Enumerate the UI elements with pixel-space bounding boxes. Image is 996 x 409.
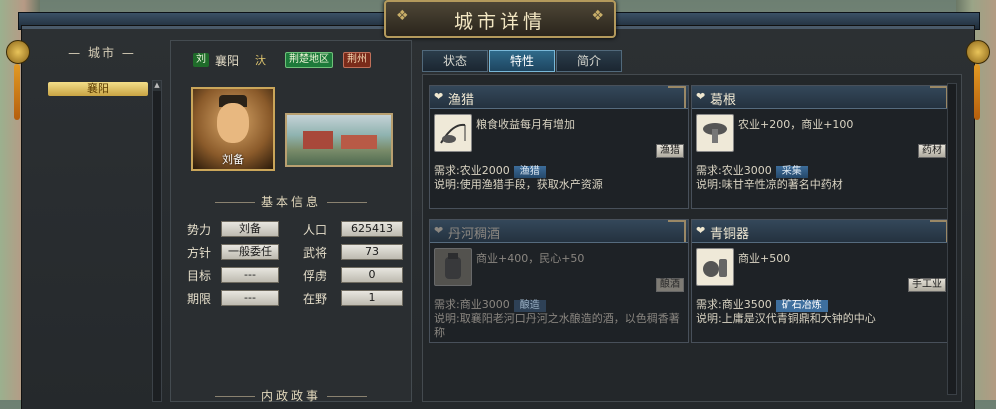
corner-ornament: [668, 86, 686, 108]
city-mark: 汏: [255, 54, 266, 67]
portrait-face: [217, 103, 249, 143]
corner-ornament: [668, 220, 686, 242]
trait-explanation: 说明:取襄阳老河口丹河之水酿造的酒，以色稠香著称: [434, 312, 680, 339]
trait-category-tag: 渔猎: [656, 144, 684, 158]
city-image: [285, 113, 393, 167]
requirement-label: 需求:商业3500: [696, 298, 772, 311]
info-value: 73: [341, 244, 403, 260]
fishing-icon: [434, 114, 472, 152]
city-building: [341, 135, 377, 149]
wine-jar-icon: [434, 248, 472, 286]
city-list-scrollbar[interactable]: ▲: [152, 80, 162, 402]
region-badge: 荆楚地区: [285, 52, 333, 68]
corner-ornament: [930, 220, 948, 242]
trait-category-tag: 酿酒: [656, 278, 684, 292]
info-label: 武将: [303, 246, 328, 260]
traits-panel: ❤ 渔猎 粮食收益每月有增加 渔猎 需求:农业2000 渔猎 说明:使用渔猎手段，…: [422, 74, 962, 402]
tab-status[interactable]: 状态: [422, 50, 488, 72]
governor-name: 刘备: [222, 153, 244, 166]
bronze-vessel-icon: [696, 248, 734, 286]
info-label: 期限: [187, 292, 212, 306]
basic-info-title: 基本信息: [171, 193, 411, 210]
trait-description: 粮食收益每月有增加: [476, 118, 575, 131]
governor-portrait[interactable]: 刘备: [191, 87, 275, 171]
trait-card[interactable]: ❤ 渔猎 粮食收益每月有增加 渔猎 需求:农业2000 渔猎 说明:使用渔猎手段，…: [429, 85, 689, 209]
info-label: 目标: [187, 269, 212, 283]
trait-requirement: 需求:商业3000 酿造: [434, 296, 546, 312]
left-tassel: [14, 64, 20, 120]
trait-category-tag: 手工业: [908, 278, 946, 292]
info-row: 方针 一般委任 武将 73: [187, 244, 407, 262]
info-label: 势力: [187, 223, 212, 237]
info-value: 625413: [341, 221, 403, 237]
trait-card-header: ❤ 葛根: [692, 86, 950, 109]
city-list-item-selected[interactable]: 襄阳: [48, 82, 148, 96]
city-building: [303, 131, 333, 149]
scroll-up-icon[interactable]: ▲: [153, 81, 161, 91]
trait-explanation: 说明:味甘辛性凉的著名中药材: [696, 178, 843, 191]
requirement-label: 需求:商业3000: [434, 298, 510, 311]
trait-description: 农业+200，商业+100: [738, 118, 854, 131]
city-list-panel: — 城市 — 襄阳 ▲: [40, 34, 164, 402]
info-label: 俘虏: [303, 269, 328, 283]
heart-icon: ❤: [434, 224, 444, 237]
trait-explanation: 说明:使用渔猎手段，获取水产资源: [434, 178, 603, 191]
right-tassel: [974, 64, 980, 120]
requirement-tag: 采集: [775, 166, 808, 178]
requirement-tag: 渔猎: [513, 166, 546, 178]
city-list-header: — 城市 —: [68, 46, 136, 60]
trait-card[interactable]: ❤ 青铜器 商业+500 手工业 需求:商业3500 矿石冶炼 说明:上庸是汉代青…: [691, 219, 951, 343]
info-row: 势力 刘备 人口 625413: [187, 221, 407, 239]
info-value: 刘备: [221, 221, 279, 237]
corner-ornament: [930, 86, 948, 108]
heart-icon: ❤: [434, 90, 444, 103]
title-plate: ❖ 城市详情 ❖: [384, 0, 616, 38]
province-badge: 荆州: [343, 52, 371, 68]
info-label: 人口: [303, 223, 328, 237]
internal-affairs-title: 内政政事: [171, 387, 411, 404]
ruler-chip: 刘: [193, 53, 209, 67]
right-ornament-knob: [966, 40, 990, 64]
traits-scrollbar[interactable]: [947, 83, 957, 395]
info-label: 方针: [187, 246, 212, 260]
heart-icon: ❤: [696, 90, 706, 103]
trait-category-tag: 药材: [918, 144, 946, 158]
info-label: 在野: [303, 292, 328, 306]
info-value: ---: [221, 267, 279, 283]
info-row: 目标 --- 俘虏 0: [187, 267, 407, 285]
left-ornament-knob: [6, 40, 30, 64]
mushroom-herb-icon: [696, 114, 734, 152]
trait-card-header: ❤ 青铜器: [692, 220, 950, 243]
info-value: 0: [341, 267, 403, 283]
city-info-panel: 刘 襄阳 汏 荆楚地区 荆州 刘备 基本信息 势力 刘备 人口 625413 方…: [170, 40, 412, 404]
tab-intro[interactable]: 简介: [556, 50, 622, 72]
tab-traits[interactable]: 特性: [489, 50, 555, 72]
requirement-label: 需求:农业2000: [434, 164, 510, 177]
trait-title: 葛根: [710, 93, 737, 108]
info-value: ---: [221, 290, 279, 306]
trait-requirement: 需求:农业3000 采集: [696, 162, 808, 178]
trait-card-header: ❤ 渔猎: [430, 86, 688, 109]
trait-explanation: 说明:上庸是汉代青铜鼎和大钟的中心: [696, 312, 876, 325]
requirement-label: 需求:农业3000: [696, 164, 772, 177]
requirement-tag: 酿造: [513, 300, 546, 312]
info-row: 期限 --- 在野 1: [187, 290, 407, 308]
trait-requirement: 需求:商业3500 矿石冶炼: [696, 296, 828, 312]
trait-card-header: ❤ 丹河稠酒: [430, 220, 688, 243]
trait-card[interactable]: ❤ 丹河稠酒 商业+400，民心+50 酿酒 需求:商业3000 酿造 说明:取襄…: [429, 219, 689, 343]
info-value: 1: [341, 290, 403, 306]
trait-title: 渔猎: [448, 93, 475, 108]
requirement-tag: 矿石冶炼: [775, 300, 828, 312]
policy-selector[interactable]: 一般委任: [221, 244, 279, 260]
trait-title: 青铜器: [710, 227, 750, 242]
trait-description: 商业+500: [738, 252, 791, 265]
trait-card[interactable]: ❤ 葛根 农业+200，商业+100 药材 需求:农业3000 采集 说明:味甘辛…: [691, 85, 951, 209]
heart-icon: ❤: [696, 224, 706, 237]
trait-description: 商业+400，民心+50: [476, 252, 585, 265]
trait-requirement: 需求:农业2000 渔猎: [434, 162, 546, 178]
city-name: 襄阳: [215, 54, 240, 68]
window-title: 城市详情: [453, 11, 546, 33]
trait-title: 丹河稠酒: [448, 227, 501, 242]
cloud-ornament-icon: ❖: [591, 8, 604, 24]
